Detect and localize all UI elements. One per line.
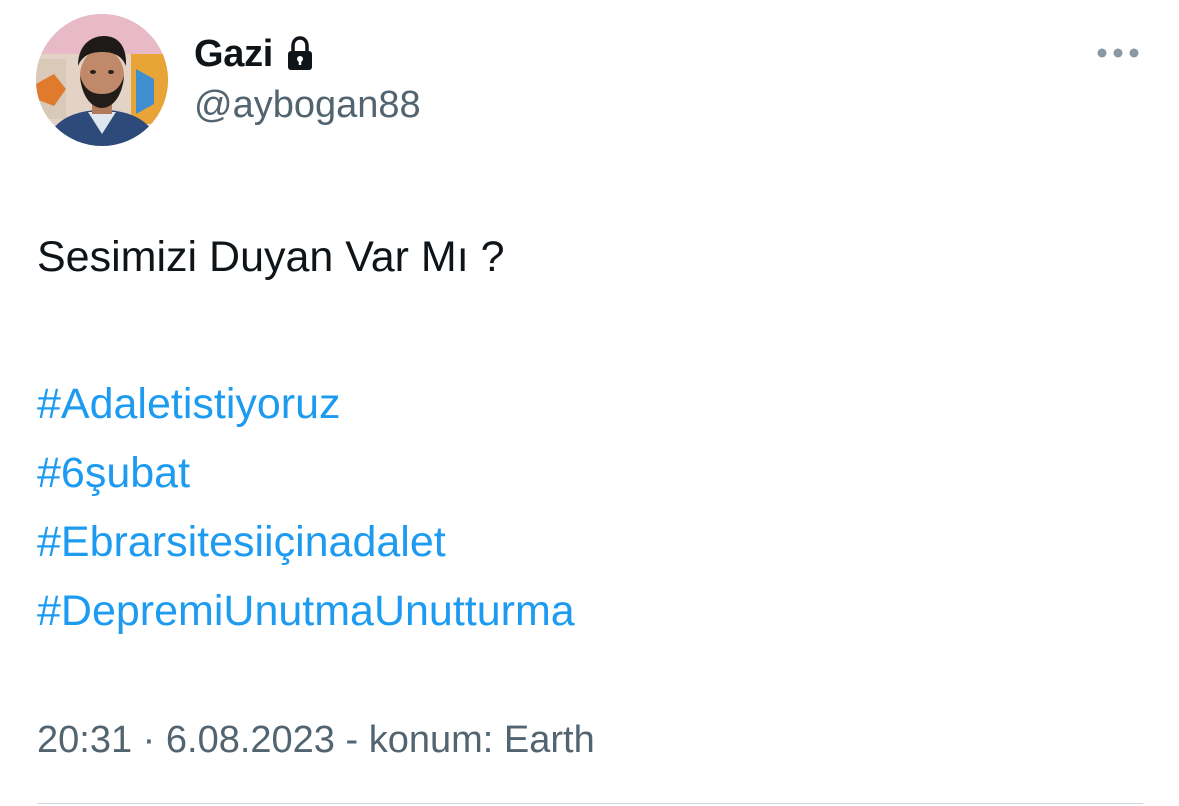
- divider: [37, 803, 1143, 804]
- tweet-text: Sesimizi Duyan Var Mı ?: [37, 233, 505, 281]
- hashtag-link[interactable]: #Adaletistiyoruz: [37, 370, 575, 439]
- hashtag-list: #Adaletistiyoruz #6şubat #Ebrarsitesiiçi…: [37, 370, 575, 646]
- tweet-time[interactable]: 20:31: [37, 719, 132, 761]
- hashtag-link[interactable]: #6şubat: [37, 439, 575, 508]
- tweet-metadata: 20:31 · 6.08.2023 - konum: Earth: [37, 719, 595, 762]
- avatar[interactable]: [36, 14, 168, 146]
- tweet-date[interactable]: 6.08.2023: [166, 719, 335, 761]
- meta-separator: ·: [142, 719, 156, 761]
- hashtag-link[interactable]: #Ebrarsitesiiçinadalet: [37, 508, 575, 577]
- tweet-card: Gazi @aybogan88 Sesimizi Duyan Var Mı ? …: [0, 0, 1179, 806]
- more-horizontal-icon: [1097, 48, 1139, 58]
- tweet-location: - konum: Earth: [345, 719, 595, 761]
- display-name[interactable]: Gazi: [194, 33, 273, 76]
- author-name-row: Gazi: [194, 30, 315, 78]
- more-options-button[interactable]: [1092, 38, 1144, 68]
- lock-icon: [285, 36, 315, 72]
- hashtag-link[interactable]: #DepremiUnutmaUnutturma: [37, 577, 575, 646]
- avatar-image: [36, 14, 168, 146]
- user-handle[interactable]: @aybogan88: [194, 84, 421, 127]
